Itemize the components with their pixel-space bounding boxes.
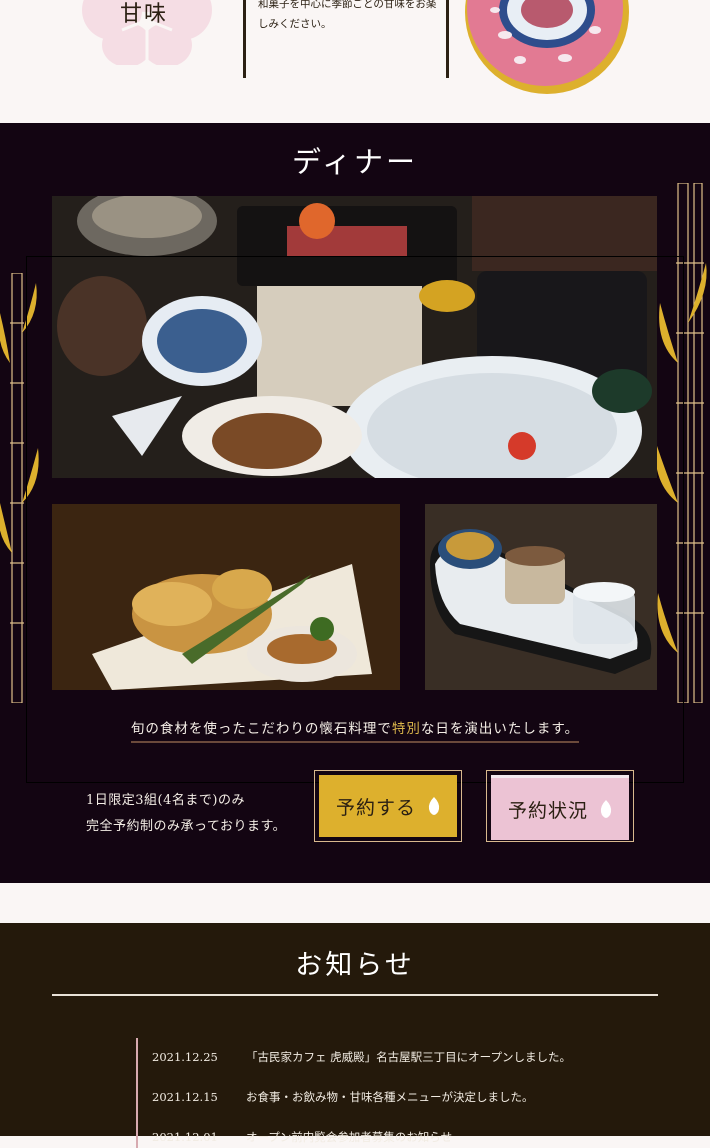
decorative-frame [26,256,684,783]
news-title: お知らせ [295,950,415,981]
news-item[interactable]: 2021.12.01 オープン前内覧会参加者募集のお知らせ [152,1129,452,1145]
tagline-text: 旬の食材を使ったこだわりの懐石料理で特別な日を演出いたします。 [130,717,580,743]
reserve-button[interactable]: 予約する [314,770,462,842]
sweets-photo [465,0,629,94]
tagline-before: 旬の食材を使ったこだわりの懐石料理で [130,721,392,737]
news-date: 2021.12.15 [152,1090,218,1104]
news-divider [52,994,658,996]
petal-icon [428,797,440,815]
news-text: オープン前内覧会参加者募集のお知らせ [246,1130,453,1144]
sweets-title: 甘味 [120,2,169,27]
reservation-limit: 1日限定3組(4名まで)のみ [86,793,245,808]
news-timeline-line [136,1038,138,1148]
reserve-label: 予約する [335,796,416,819]
news-text: 「古民家カフェ 虎威殿」名古屋駅三丁目にオープンしました。 [246,1050,571,1064]
news-section: お知らせ 2021.12.25 「古民家カフェ 虎威殿」名古屋駅三丁目にオープンし… [0,923,710,1148]
sweets-section: 甘味 和菓子を中心に季節ごとの甘味をお楽しみください。 [0,0,710,123]
petal-icon [600,800,612,818]
news-item[interactable]: 2021.12.25 「古民家カフェ 虎威殿」名古屋駅三丁目にオープンしました。 [152,1049,571,1065]
news-date: 2021.12.25 [152,1050,218,1064]
section-spacer [0,883,710,923]
dinner-section: ディナー 旬の食材を使ったこだわりの懐石料理で特別な日を演出いたします。 1日限… [0,123,710,883]
divider-right [446,0,449,78]
dinner-title: ディナー [292,145,418,179]
reservation-status-button[interactable]: 予約状況 [486,770,634,842]
news-item[interactable]: 2021.12.15 お食事・お飲み物・甘味各種メニューが決定しました。 [152,1089,534,1105]
sweets-description: 和菓子を中心に季節ごとの甘味をお楽しみください。 [258,0,437,30]
news-text: お食事・お飲み物・甘味各種メニューが決定しました。 [246,1090,534,1104]
status-label: 予約状況 [507,799,588,822]
news-date: 2021.12.01 [152,1130,218,1144]
divider-left [243,0,246,78]
tagline-highlight: 特別 [391,721,421,737]
reservation-note: 1日限定3組(4名まで)のみ 完全予約制のみ承っております。 [86,788,286,840]
reservation-policy: 完全予約制のみ承っております。 [86,819,287,834]
tagline-after: な日を演出いたします。 [420,721,580,737]
dinner-tagline: 旬の食材を使ったこだわりの懐石料理で特別な日を演出いたします。 [0,717,710,743]
